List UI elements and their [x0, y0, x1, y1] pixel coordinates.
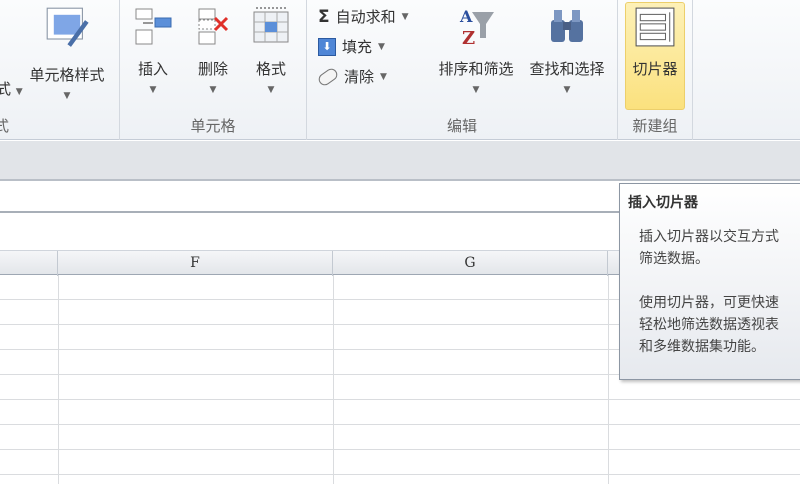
format-cells-icon	[253, 7, 289, 43]
binoculars-icon	[551, 10, 583, 42]
cell-styles-icon	[46, 7, 89, 47]
insert-button[interactable]: 插入 ▼	[128, 6, 178, 95]
autosum-button[interactable]: Σ 自动求和 ▼	[318, 6, 409, 27]
tooltip-text-2: 使用切片器，可更快速 轻松地筛选数据透视表 和多维数据集功能。	[639, 295, 779, 355]
sort-filter-button[interactable]: AZ 排序和筛选 ▼	[432, 6, 520, 95]
slicer-button[interactable]: 切片器	[625, 2, 685, 110]
cell-styles-button[interactable]: 单元格样式 ▼	[24, 6, 110, 101]
fill-down-icon: ⬇	[318, 37, 336, 56]
ribbon-bottom-band	[0, 141, 800, 181]
cells-group-label: 单元格	[190, 117, 236, 135]
tooltip-title: 插入切片器	[628, 195, 698, 211]
column-header-g[interactable]: G	[333, 251, 608, 276]
column-header-partial[interactable]	[0, 251, 58, 276]
fill-button[interactable]: ⬇ 填充 ▼	[318, 36, 385, 57]
new-group-label: 新建组	[632, 117, 678, 135]
delete-cells-icon	[198, 8, 229, 45]
eraser-icon	[316, 65, 340, 88]
format-button[interactable]: 格式 ▼	[246, 6, 296, 95]
delete-button[interactable]: 删除 ▼	[188, 6, 238, 95]
column-header-f[interactable]: F	[58, 251, 333, 276]
ribbon: 式 ▼ 式 单元格样式 ▼ 插入 ▼ 删除 ▼ 格式 ▼ 单元格 Σ 自动求和 ▼ ⬇ 填充 ▼…	[0, 0, 800, 140]
editing-group-label: 编辑	[446, 117, 477, 135]
svg-text:A: A	[459, 7, 473, 26]
clear-button[interactable]: 清除 ▼	[316, 65, 387, 88]
partial-styles-button[interactable]: 式 ▼	[0, 78, 23, 99]
slicer-icon	[635, 7, 675, 47]
partial-group-label: 式	[0, 117, 10, 135]
insert-cells-icon	[135, 8, 172, 45]
sigma-icon: Σ	[318, 6, 330, 27]
slicer-tooltip: 插入切片器 插入切片器以交互方式 筛选数据。 使用切片器，可更快速 轻松地筛选数…	[619, 183, 800, 380]
sort-filter-icon: AZ	[459, 7, 494, 49]
svg-text:Z: Z	[462, 28, 475, 46]
find-select-button[interactable]: 查找和选择 ▼	[522, 6, 612, 95]
tooltip-text-1: 插入切片器以交互方式 筛选数据。	[639, 229, 779, 267]
